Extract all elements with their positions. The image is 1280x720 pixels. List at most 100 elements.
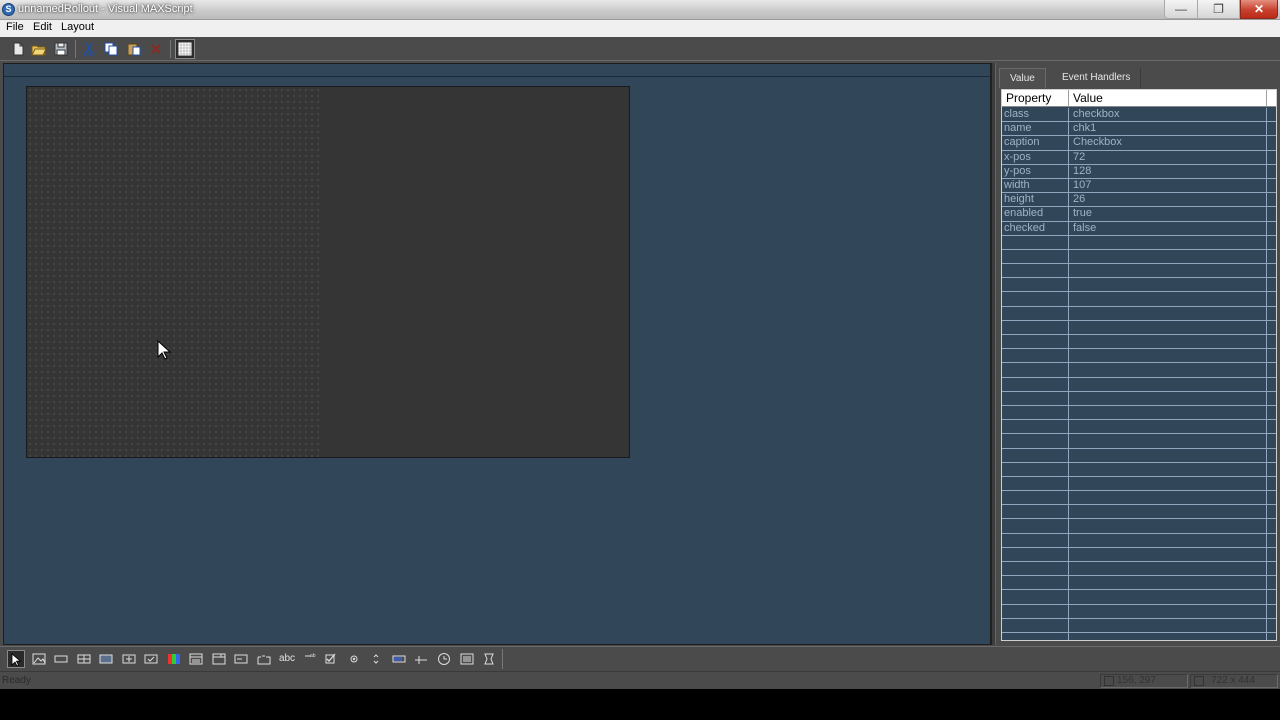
new-icon[interactable] <box>10 41 26 57</box>
table-row[interactable]: name chk1 <box>1002 122 1276 137</box>
material-button-icon[interactable] <box>97 650 115 668</box>
empty-row <box>1002 505 1276 520</box>
paste-icon[interactable] <box>126 41 142 57</box>
maxscript-logo-icon[interactable]: S <box>2 3 15 16</box>
svg-text:ab: ab <box>310 653 316 659</box>
table-row[interactable]: class checkbox <box>1002 108 1276 123</box>
spinner-icon[interactable] <box>367 650 385 668</box>
column-divider[interactable] <box>1266 90 1267 107</box>
property-value[interactable]: 72 <box>1073 151 1085 164</box>
property-grid-header: Property Value <box>1002 90 1276 107</box>
table-row[interactable]: checked false <box>1002 222 1276 236</box>
property-value[interactable]: chk1 <box>1073 122 1096 135</box>
rollout-form[interactable] <box>26 86 630 458</box>
checkbutton-icon[interactable] <box>142 650 160 668</box>
color-picker-icon[interactable] <box>165 650 183 668</box>
pick-button-icon[interactable] <box>120 650 138 668</box>
activex-icon[interactable] <box>480 650 498 668</box>
table-row[interactable]: x-pos 72 <box>1002 151 1276 165</box>
menu-bar: File Edit Layout <box>0 20 1280 37</box>
toolbar-separator <box>170 40 171 58</box>
property-value[interactable]: 128 <box>1073 165 1091 178</box>
column-divider[interactable] <box>1068 90 1069 107</box>
minimize-button[interactable]: — <box>1164 0 1198 19</box>
property-value[interactable]: 107 <box>1073 179 1091 192</box>
property-name: width <box>1004 178 1030 191</box>
button-icon[interactable] <box>52 650 70 668</box>
select-pointer-icon[interactable] <box>7 650 25 668</box>
rollout-snap-grid <box>27 87 323 457</box>
menu-file[interactable]: File <box>6 21 24 33</box>
close-button[interactable]: ✕ <box>1240 0 1278 19</box>
property-name: name <box>1004 122 1032 135</box>
empty-row <box>1002 576 1276 591</box>
delete-icon[interactable] <box>148 41 164 57</box>
empty-row <box>1002 406 1276 421</box>
window-title: unnamedRollout - Visual MAXScript <box>18 3 193 15</box>
empty-row <box>1002 534 1276 548</box>
property-grid: Property Value class checkbox name chk1 ca… <box>1001 89 1277 641</box>
title-bar[interactable]: S unnamedRollout - Visual MAXScript — ❐ … <box>0 0 1280 20</box>
empty-row <box>1002 307 1276 321</box>
copy-icon[interactable] <box>103 41 119 57</box>
property-value[interactable]: 26 <box>1073 193 1085 206</box>
empty-row <box>1002 519 1276 534</box>
empty-row <box>1002 420 1276 435</box>
table-row[interactable]: y-pos 128 <box>1002 165 1276 179</box>
menu-edit[interactable]: Edit <box>33 21 52 33</box>
main-toolbar <box>0 37 1280 61</box>
crosshair-icon <box>1104 676 1114 686</box>
combobox-icon[interactable] <box>187 650 205 668</box>
property-value[interactable]: true <box>1073 207 1092 220</box>
label-icon[interactable]: abc <box>278 650 296 668</box>
timer-icon[interactable] <box>435 650 453 668</box>
slider-icon[interactable] <box>412 650 430 668</box>
property-name: x-pos <box>1004 150 1031 163</box>
property-value[interactable]: false <box>1073 222 1096 235</box>
property-value[interactable]: checkbox <box>1073 108 1119 121</box>
column-header-property[interactable]: Property <box>1006 91 1051 105</box>
empty-row <box>1002 434 1276 449</box>
status-text: Ready <box>2 675 31 686</box>
minimize-icon: — <box>1175 2 1187 16</box>
table-row[interactable]: width 107 <box>1002 178 1276 194</box>
toolbar-separator <box>75 40 76 58</box>
menu-layout[interactable]: Layout <box>61 21 94 33</box>
listbox-icon[interactable] <box>458 650 476 668</box>
empty-row <box>1002 292 1276 307</box>
column-header-value[interactable]: Value <box>1073 91 1103 105</box>
design-canvas[interactable] <box>3 63 991 645</box>
size-icon <box>1194 676 1204 686</box>
empty-row <box>1002 363 1276 378</box>
grid-toggle-icon[interactable] <box>175 39 195 59</box>
hyperlink-icon[interactable]: ab <box>300 650 318 668</box>
open-icon[interactable] <box>31 41 47 57</box>
cut-icon[interactable] <box>81 41 97 57</box>
empty-row <box>1002 449 1276 463</box>
tab-event-handlers[interactable]: Event Handlers <box>1052 68 1142 88</box>
restore-icon: ❐ <box>1213 2 1224 16</box>
groupbox-icon[interactable] <box>255 650 273 668</box>
table-row[interactable]: height 26 <box>1002 193 1276 208</box>
empty-row <box>1002 590 1276 605</box>
controls-toolbar: abc ab <box>0 646 1280 670</box>
checkbox-icon[interactable] <box>322 650 340 668</box>
dropdown-icon[interactable] <box>210 650 228 668</box>
empty-row <box>1002 562 1276 577</box>
empty-row <box>1002 321 1276 335</box>
property-value[interactable]: Checkbox <box>1073 136 1122 149</box>
progressbar-icon[interactable] <box>390 650 408 668</box>
bitmap-icon[interactable] <box>30 650 48 668</box>
map-button-icon[interactable] <box>75 650 93 668</box>
edittext-icon[interactable] <box>232 650 250 668</box>
tab-value[interactable]: Value <box>999 68 1046 88</box>
coordinate-readout: 156, 297 <box>1117 675 1156 686</box>
property-name: class <box>1004 108 1030 120</box>
save-icon[interactable] <box>53 41 69 57</box>
table-row[interactable]: caption Checkbox <box>1002 136 1276 151</box>
rollout-size: 722 x 444 <box>1190 674 1278 688</box>
maximize-button[interactable]: ❐ <box>1198 0 1240 19</box>
close-icon: ✕ <box>1253 2 1265 16</box>
radiobuttons-icon[interactable] <box>345 650 363 668</box>
table-row[interactable]: enabled true <box>1002 207 1276 222</box>
